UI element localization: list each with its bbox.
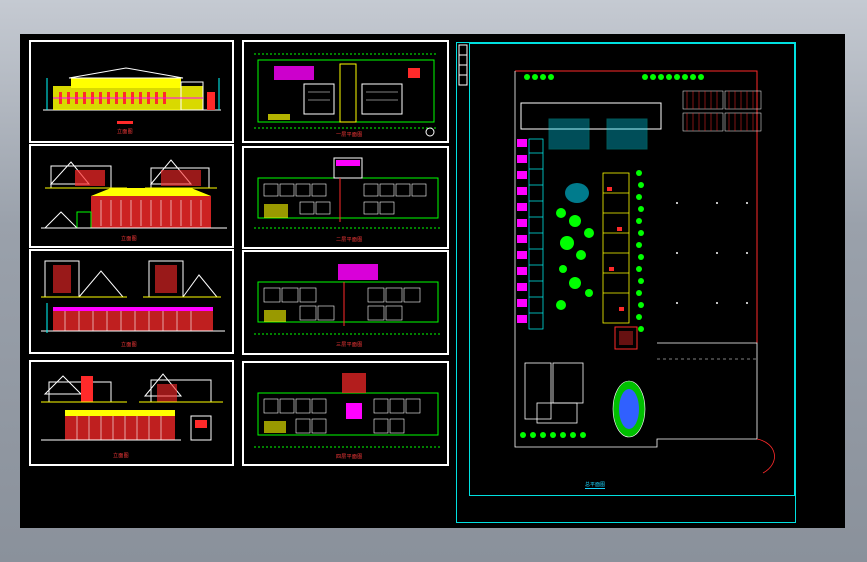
- sheet-caption: 一层平面图: [336, 132, 363, 138]
- floor-plan-drawing: [254, 53, 438, 137]
- floor-plan-drawing: [254, 157, 440, 229]
- sheet-caption: 立面图: [121, 236, 137, 242]
- drawing-sheet-plan-2[interactable]: 二层平面图: [242, 146, 449, 249]
- site-plan-title: 总平面图: [585, 482, 606, 489]
- sheet-caption: 立面图: [121, 342, 137, 348]
- drawing-canvas[interactable]: 立面图 立面图 立面图 立面图 一层平面图 二层平面图 三层平面图 四层平面图 …: [20, 34, 845, 528]
- drawing-sheet-elevation-4[interactable]: 立面图: [29, 360, 234, 466]
- elevation-section-drawing: [41, 260, 225, 333]
- drawing-sheet-plan-4[interactable]: 四层平面图: [242, 361, 449, 466]
- sheet-caption: 立面图: [113, 453, 129, 459]
- drawing-sheet-elevation-2[interactable]: 立面图: [29, 144, 234, 248]
- sheet-caption: 三层平面图: [336, 342, 363, 348]
- drawing-sheet-plan-1[interactable]: 一层平面图: [242, 40, 449, 143]
- sheet-caption: 二层平面图: [336, 237, 363, 243]
- floor-plan-drawing: [254, 373, 440, 448]
- site-plan-drawing: [458, 44, 775, 474]
- drawing-sheet-plan-3[interactable]: 三层平面图: [242, 250, 449, 355]
- sheet-caption: 立面图: [117, 129, 133, 135]
- floor-plan-drawing: [254, 264, 440, 335]
- drawing-sheet-elevation-3[interactable]: 立面图: [29, 249, 234, 354]
- elevation-section-drawing: [41, 159, 227, 229]
- drawing-sheet-elevation-1[interactable]: 立面图: [29, 40, 234, 143]
- sheet-caption: 四层平面图: [336, 454, 363, 460]
- elevation-drawing: [43, 67, 221, 124]
- elevation-section-drawing: [41, 373, 223, 441]
- site-plan-frame[interactable]: [456, 42, 796, 523]
